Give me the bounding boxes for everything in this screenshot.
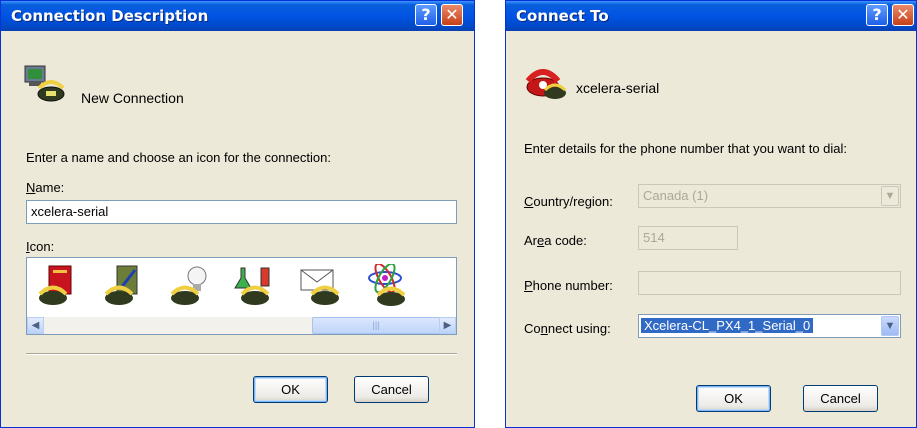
connect-using-label: Connect using: (524, 321, 611, 336)
dialog-title: Connect To (516, 7, 609, 25)
area-code-field: 514 (638, 226, 738, 250)
country-region-value: Canada (1) (643, 188, 709, 203)
connect-using-select[interactable]: Xcelera-CL_PX4_1_Serial_0 ▼ (638, 314, 901, 338)
divider (26, 353, 457, 355)
cancel-button[interactable]: Cancel (803, 385, 878, 412)
scroll-left-icon[interactable]: ◀ (27, 317, 44, 334)
book-phone-icon[interactable] (35, 264, 79, 308)
chevron-down-icon[interactable]: ▼ (881, 316, 899, 336)
name-field[interactable]: xcelera-serial (26, 200, 457, 224)
ok-button[interactable]: OK (253, 376, 328, 403)
instruction-text: Enter a name and choose an icon for the … (26, 150, 331, 165)
icon-label: Icon: (26, 239, 55, 254)
connection-name-heading: New Connection (81, 90, 184, 106)
ok-button[interactable]: OK (696, 385, 771, 412)
dialog-title: Connection Description (11, 7, 209, 25)
connection-description-dialog: Connection Description ? ✕ New Connectio… (0, 0, 475, 428)
country-region-select: Canada (1) ▼ (638, 184, 901, 208)
title-bar[interactable]: Connect To ? ✕ (506, 1, 916, 31)
help-button[interactable]: ? (415, 4, 437, 26)
country-region-label: Country/region: (524, 194, 613, 209)
close-button[interactable]: ✕ (892, 4, 914, 26)
connect-using-value: Xcelera-CL_PX4_1_Serial_0 (639, 317, 815, 334)
scroll-right-icon[interactable]: ▶ (439, 317, 456, 334)
name-label: Name: (26, 180, 65, 195)
lab-flask-phone-icon[interactable] (233, 264, 277, 308)
icon-list[interactable]: ◀ ||| ▶ (26, 257, 457, 335)
help-button[interactable]: ? (866, 4, 888, 26)
phone-number-label: Phone number: (524, 278, 613, 293)
close-button[interactable]: ✕ (441, 4, 463, 26)
area-code-label: Area code: (524, 233, 587, 248)
envelope-phone-icon[interactable] (299, 264, 343, 308)
scroll-thumb[interactable]: ||| (312, 317, 440, 334)
chevron-down-icon: ▼ (881, 186, 899, 206)
clipboard-phone-icon[interactable] (101, 264, 145, 308)
connect-to-dialog: Connect To ? ✕ xcelera-serial Enter deta… (505, 0, 917, 428)
new-connection-icon (24, 65, 65, 102)
red-phone-icon (525, 69, 567, 99)
cancel-button[interactable]: Cancel (354, 376, 429, 403)
instruction-text: Enter details for the phone number that … (524, 141, 848, 156)
icon-list-scrollbar[interactable]: ◀ ||| ▶ (27, 317, 456, 334)
phone-number-field (638, 271, 901, 295)
connection-name-heading: xcelera-serial (576, 80, 660, 96)
atom-phone-icon[interactable] (365, 264, 409, 308)
lightbulb-phone-icon[interactable] (167, 264, 211, 308)
title-bar[interactable]: Connection Description ? ✕ (1, 1, 474, 31)
